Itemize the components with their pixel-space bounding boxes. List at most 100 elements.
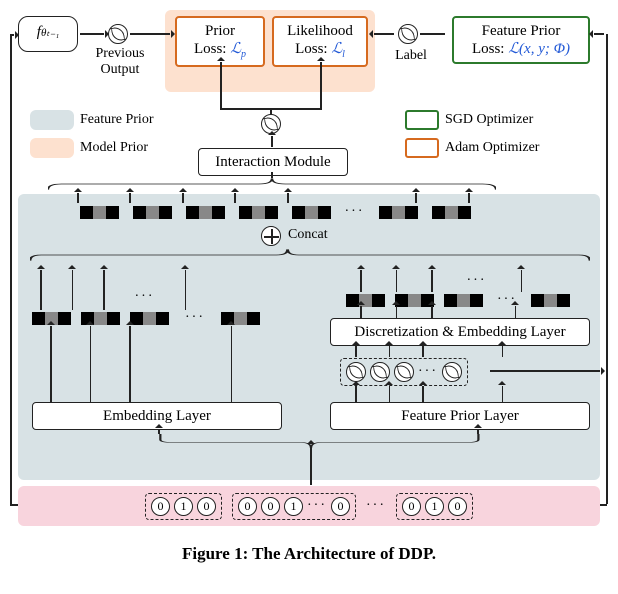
embed-block [186, 206, 225, 219]
embed-block [130, 312, 169, 325]
legend-model-prior: Model Prior [30, 138, 148, 158]
feature-prior-layer-box: Feature Prior Layer [330, 402, 590, 430]
line [10, 34, 12, 504]
one-hot-bit: 1 [284, 497, 303, 516]
line [606, 34, 608, 504]
one-hot-group: 0 1 0 [145, 493, 222, 520]
one-hot-group: 0 1 0 [396, 493, 473, 520]
arrow [220, 62, 222, 108]
f-theta-box: fθₜ₋₁ [18, 16, 78, 52]
legend-swatch-blue [30, 110, 74, 130]
one-hot-bit: 0 [448, 497, 467, 516]
arrow [490, 370, 600, 372]
one-hot-bit: 1 [174, 497, 193, 516]
arrow [415, 193, 417, 203]
legend-model-prior-label: Model Prior [80, 140, 148, 156]
arr-out-dashed [355, 386, 503, 402]
emb-out-row-r2-arrows [360, 306, 516, 318]
prior-loss-sym: ℒ [230, 41, 241, 57]
legend-feature-prior: Feature Prior [30, 110, 153, 130]
prior-loss-sub: p [241, 49, 246, 60]
legend-swatch-peach [30, 138, 74, 158]
previous-output-label: Previous Output [88, 46, 152, 78]
embed-block [531, 294, 570, 307]
arrow [80, 33, 104, 35]
embed-block [133, 206, 172, 219]
arrow [234, 193, 236, 203]
line [271, 172, 273, 178]
line [606, 370, 608, 372]
lik-loss-sym: ℒ [331, 41, 342, 57]
one-hot-bit: 1 [425, 497, 444, 516]
arrow [468, 193, 470, 203]
ellipsis: ··· [467, 273, 487, 289]
embed-block [346, 294, 385, 307]
embed-block [292, 206, 331, 219]
embed-block [432, 206, 471, 219]
arrow [320, 62, 322, 108]
ellipsis: ··· [345, 204, 365, 220]
legend-swatch-orange [405, 138, 439, 158]
grad-node-label [398, 24, 418, 44]
interaction-module-box: Interaction Module [198, 148, 348, 176]
arrow [477, 429, 479, 434]
concat-icon [261, 226, 281, 246]
one-hot-bit: 0 [331, 497, 350, 516]
emb-out-row-l-arrows: ··· [40, 270, 186, 310]
legend-adam-label: Adam Optimizer [445, 140, 539, 156]
discretization-embedding-box: Discretization & Embedding Layer [330, 318, 590, 346]
arrow [374, 33, 394, 35]
lik-loss-sub: l [342, 49, 345, 60]
ellipsis: ··· [307, 498, 327, 514]
legend-feature-prior-label: Feature Prior [80, 112, 153, 128]
brace-bottom [30, 248, 590, 262]
fp-loss-title: Feature Prior [482, 23, 561, 39]
embed-block [80, 206, 119, 219]
grad-node-icon [442, 362, 462, 382]
legend-adam: Adam Optimizer [405, 138, 539, 158]
arrow [77, 193, 79, 203]
line [600, 504, 607, 506]
one-hot-bit: 0 [402, 497, 421, 516]
label-text: Label [388, 48, 434, 64]
one-hot-bit: 0 [151, 497, 170, 516]
line [420, 33, 445, 35]
feature-prior-loss-box: Feature Prior Loss: ℒ(x, y; Φ) [452, 16, 590, 64]
figure-caption: Figure 1: The Architecture of DDP. [10, 544, 608, 564]
concat-embed-row: ··· [50, 204, 500, 220]
emb-out-row-r-arrows: ··· [360, 270, 522, 292]
input-panel: 0 1 0 0 0 1 ··· 0 ··· 0 1 0 [18, 486, 600, 526]
lik-loss-title: Likelihood [287, 23, 353, 39]
one-hot-group: 0 0 1 ··· 0 [232, 493, 356, 520]
arrow [130, 33, 170, 35]
legend-sgd-label: SGD Optimizer [445, 112, 533, 128]
f-theta-sub: θₜ₋₁ [41, 27, 59, 39]
line [270, 108, 272, 114]
ellipsis: ··· [185, 310, 205, 326]
arrow [310, 445, 312, 485]
architecture-figure: fθₜ₋₁ Previous Output Prior Loss: ℒp Lik… [10, 10, 608, 580]
prior-loss-text: Loss: [194, 41, 230, 57]
fp-loss-sym: ℒ(x, y; Φ) [508, 41, 570, 57]
embed-block [239, 206, 278, 219]
concat-label: Concat [288, 227, 328, 243]
arrow [158, 429, 160, 434]
arrow [129, 193, 131, 203]
emb-left-row: ··· [32, 310, 260, 326]
brace-top [48, 177, 496, 191]
arr-left-down [50, 326, 232, 402]
arrow [287, 193, 289, 203]
prior-loss-title: Prior [205, 23, 235, 39]
fp-loss-text: Loss: [472, 41, 508, 57]
legend-swatch-green [405, 110, 439, 130]
ellipsis: ··· [366, 498, 386, 514]
one-hot-bit: 0 [238, 497, 257, 516]
one-hot-bit: 0 [261, 497, 280, 516]
legend-sgd: SGD Optimizer [405, 110, 533, 130]
lik-loss-text: Loss: [295, 41, 331, 57]
line [10, 504, 18, 506]
grad-node-icon [394, 362, 414, 382]
arrow [182, 193, 184, 203]
embed-block [379, 206, 418, 219]
arr-into-dashed [355, 346, 503, 357]
